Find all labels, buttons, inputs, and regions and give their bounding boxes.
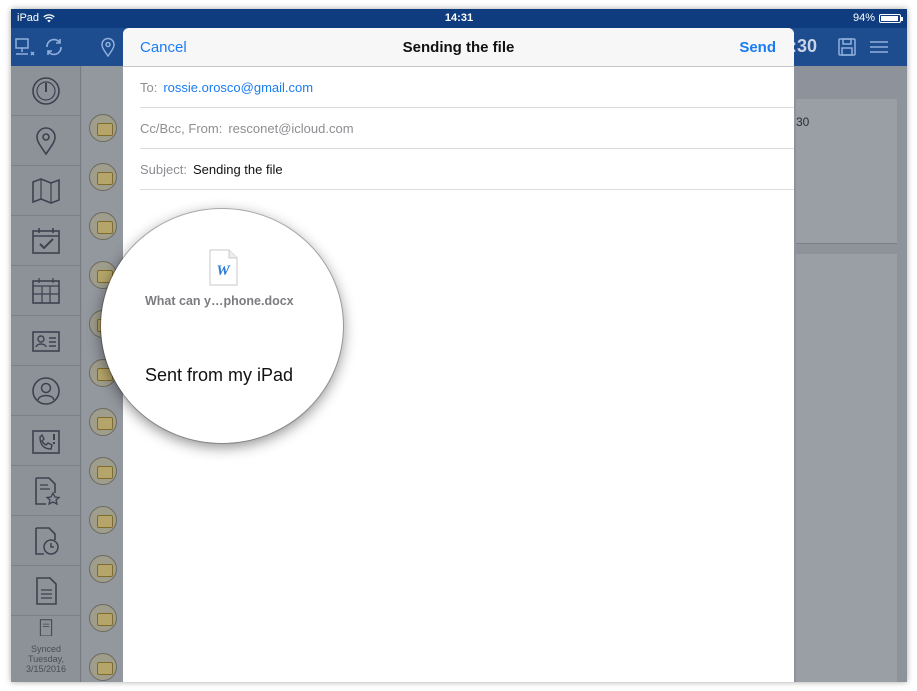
- contact-record-icon[interactable]: [89, 653, 117, 681]
- detail-card: [796, 99, 897, 244]
- document-clock-icon: [35, 526, 59, 555]
- sidebar-item-person[interactable]: [11, 366, 81, 416]
- attachment-name[interactable]: What can y…phone.docx: [145, 294, 294, 308]
- phone-alert-icon: [32, 429, 60, 454]
- from-address[interactable]: resconet@icloud.com: [228, 121, 353, 136]
- contact-record-icon[interactable]: [89, 506, 117, 534]
- save-icon[interactable]: [836, 36, 858, 58]
- contact-record-icon[interactable]: [89, 555, 117, 583]
- location-pin-icon[interactable]: [97, 36, 119, 58]
- sidebar-item-dashboard[interactable]: [11, 66, 81, 116]
- document-list-icon: [39, 619, 53, 636]
- battery-percent: 94%: [852, 12, 875, 24]
- partial-time: :30: [791, 36, 818, 56]
- network-icon[interactable]: [13, 36, 35, 58]
- sidebar-item-calendar[interactable]: [11, 266, 81, 316]
- word-icon-letter: W: [216, 263, 231, 279]
- sidebar-item-lists[interactable]: [11, 616, 81, 644]
- contact-record-icon[interactable]: [89, 604, 117, 632]
- to-field[interactable]: To: rossie.orosco@gmail.com: [140, 67, 794, 108]
- send-button[interactable]: Send: [739, 39, 776, 56]
- sync-status: Synced Tuesday, 3/15/2016: [11, 644, 81, 674]
- magnified-signature: Sent from my iPad: [145, 365, 294, 385]
- status-bar: iPad 14:31 94%: [11, 9, 907, 28]
- calendar-icon: [32, 277, 60, 304]
- mail-nav-bar: Cancel Sending the file Send: [123, 28, 794, 67]
- subject-field[interactable]: Subject: Sending the file: [140, 149, 794, 190]
- synced-date: 3/15/2016: [25, 664, 67, 674]
- sidebar-item-history[interactable]: [11, 516, 81, 566]
- clock: 14:31: [444, 12, 474, 24]
- synced-day: Tuesday,: [27, 654, 65, 664]
- dashboard-icon: [32, 76, 60, 105]
- contact-record-icon[interactable]: [89, 457, 117, 485]
- sidebar-item-location[interactable]: [11, 116, 81, 166]
- ipad-screen: iPad 14:31 94% :30 Synced Tuesday, 3/15/…: [11, 9, 907, 682]
- sidebar-item-calendar-check[interactable]: [11, 216, 81, 266]
- battery-fill: [881, 15, 898, 21]
- menu-icon[interactable]: [868, 36, 890, 58]
- sync-icon[interactable]: [43, 36, 65, 58]
- detail-card: [796, 254, 897, 682]
- subject-label: Subject:: [140, 161, 187, 177]
- battery-icon: [879, 13, 903, 23]
- location-pin-icon: [36, 126, 56, 155]
- subject-input[interactable]: Sending the file: [193, 162, 283, 177]
- magnifier-loupe: W What can y…phone.docx Sent from my iPa…: [101, 209, 343, 443]
- contact-card-icon: [32, 330, 60, 352]
- detail-value: 30: [796, 115, 810, 129]
- synced-label: Synced: [30, 644, 62, 654]
- contact-record-icon[interactable]: [89, 114, 117, 142]
- sidebar-item-documents[interactable]: [11, 566, 81, 616]
- calendar-check-icon: [32, 227, 60, 254]
- contact-record-icon[interactable]: [89, 408, 117, 436]
- sidebar-item-map[interactable]: [11, 166, 81, 216]
- document-star-icon: [35, 476, 61, 505]
- word-document-icon[interactable]: W: [209, 249, 238, 286]
- contact-record-icon[interactable]: [89, 163, 117, 191]
- cc-bcc-from-label: Cc/Bcc, From:: [140, 120, 223, 136]
- sidebar-item-calls[interactable]: [11, 416, 81, 466]
- to-recipient[interactable]: rossie.orosco@gmail.com: [163, 80, 313, 95]
- sidebar-item-favorites[interactable]: [11, 466, 81, 516]
- contact-record-icon[interactable]: [89, 212, 117, 240]
- person-icon: [32, 376, 60, 405]
- sidebar-item-contacts[interactable]: [11, 316, 81, 366]
- sidebar: Synced Tuesday, 3/15/2016: [11, 66, 81, 682]
- map-icon: [32, 177, 60, 204]
- cc-bcc-from-field[interactable]: Cc/Bcc, From: resconet@icloud.com: [140, 108, 794, 149]
- to-label: To:: [140, 79, 158, 95]
- mail-title: Sending the file: [402, 39, 515, 56]
- document-icon: [36, 576, 57, 605]
